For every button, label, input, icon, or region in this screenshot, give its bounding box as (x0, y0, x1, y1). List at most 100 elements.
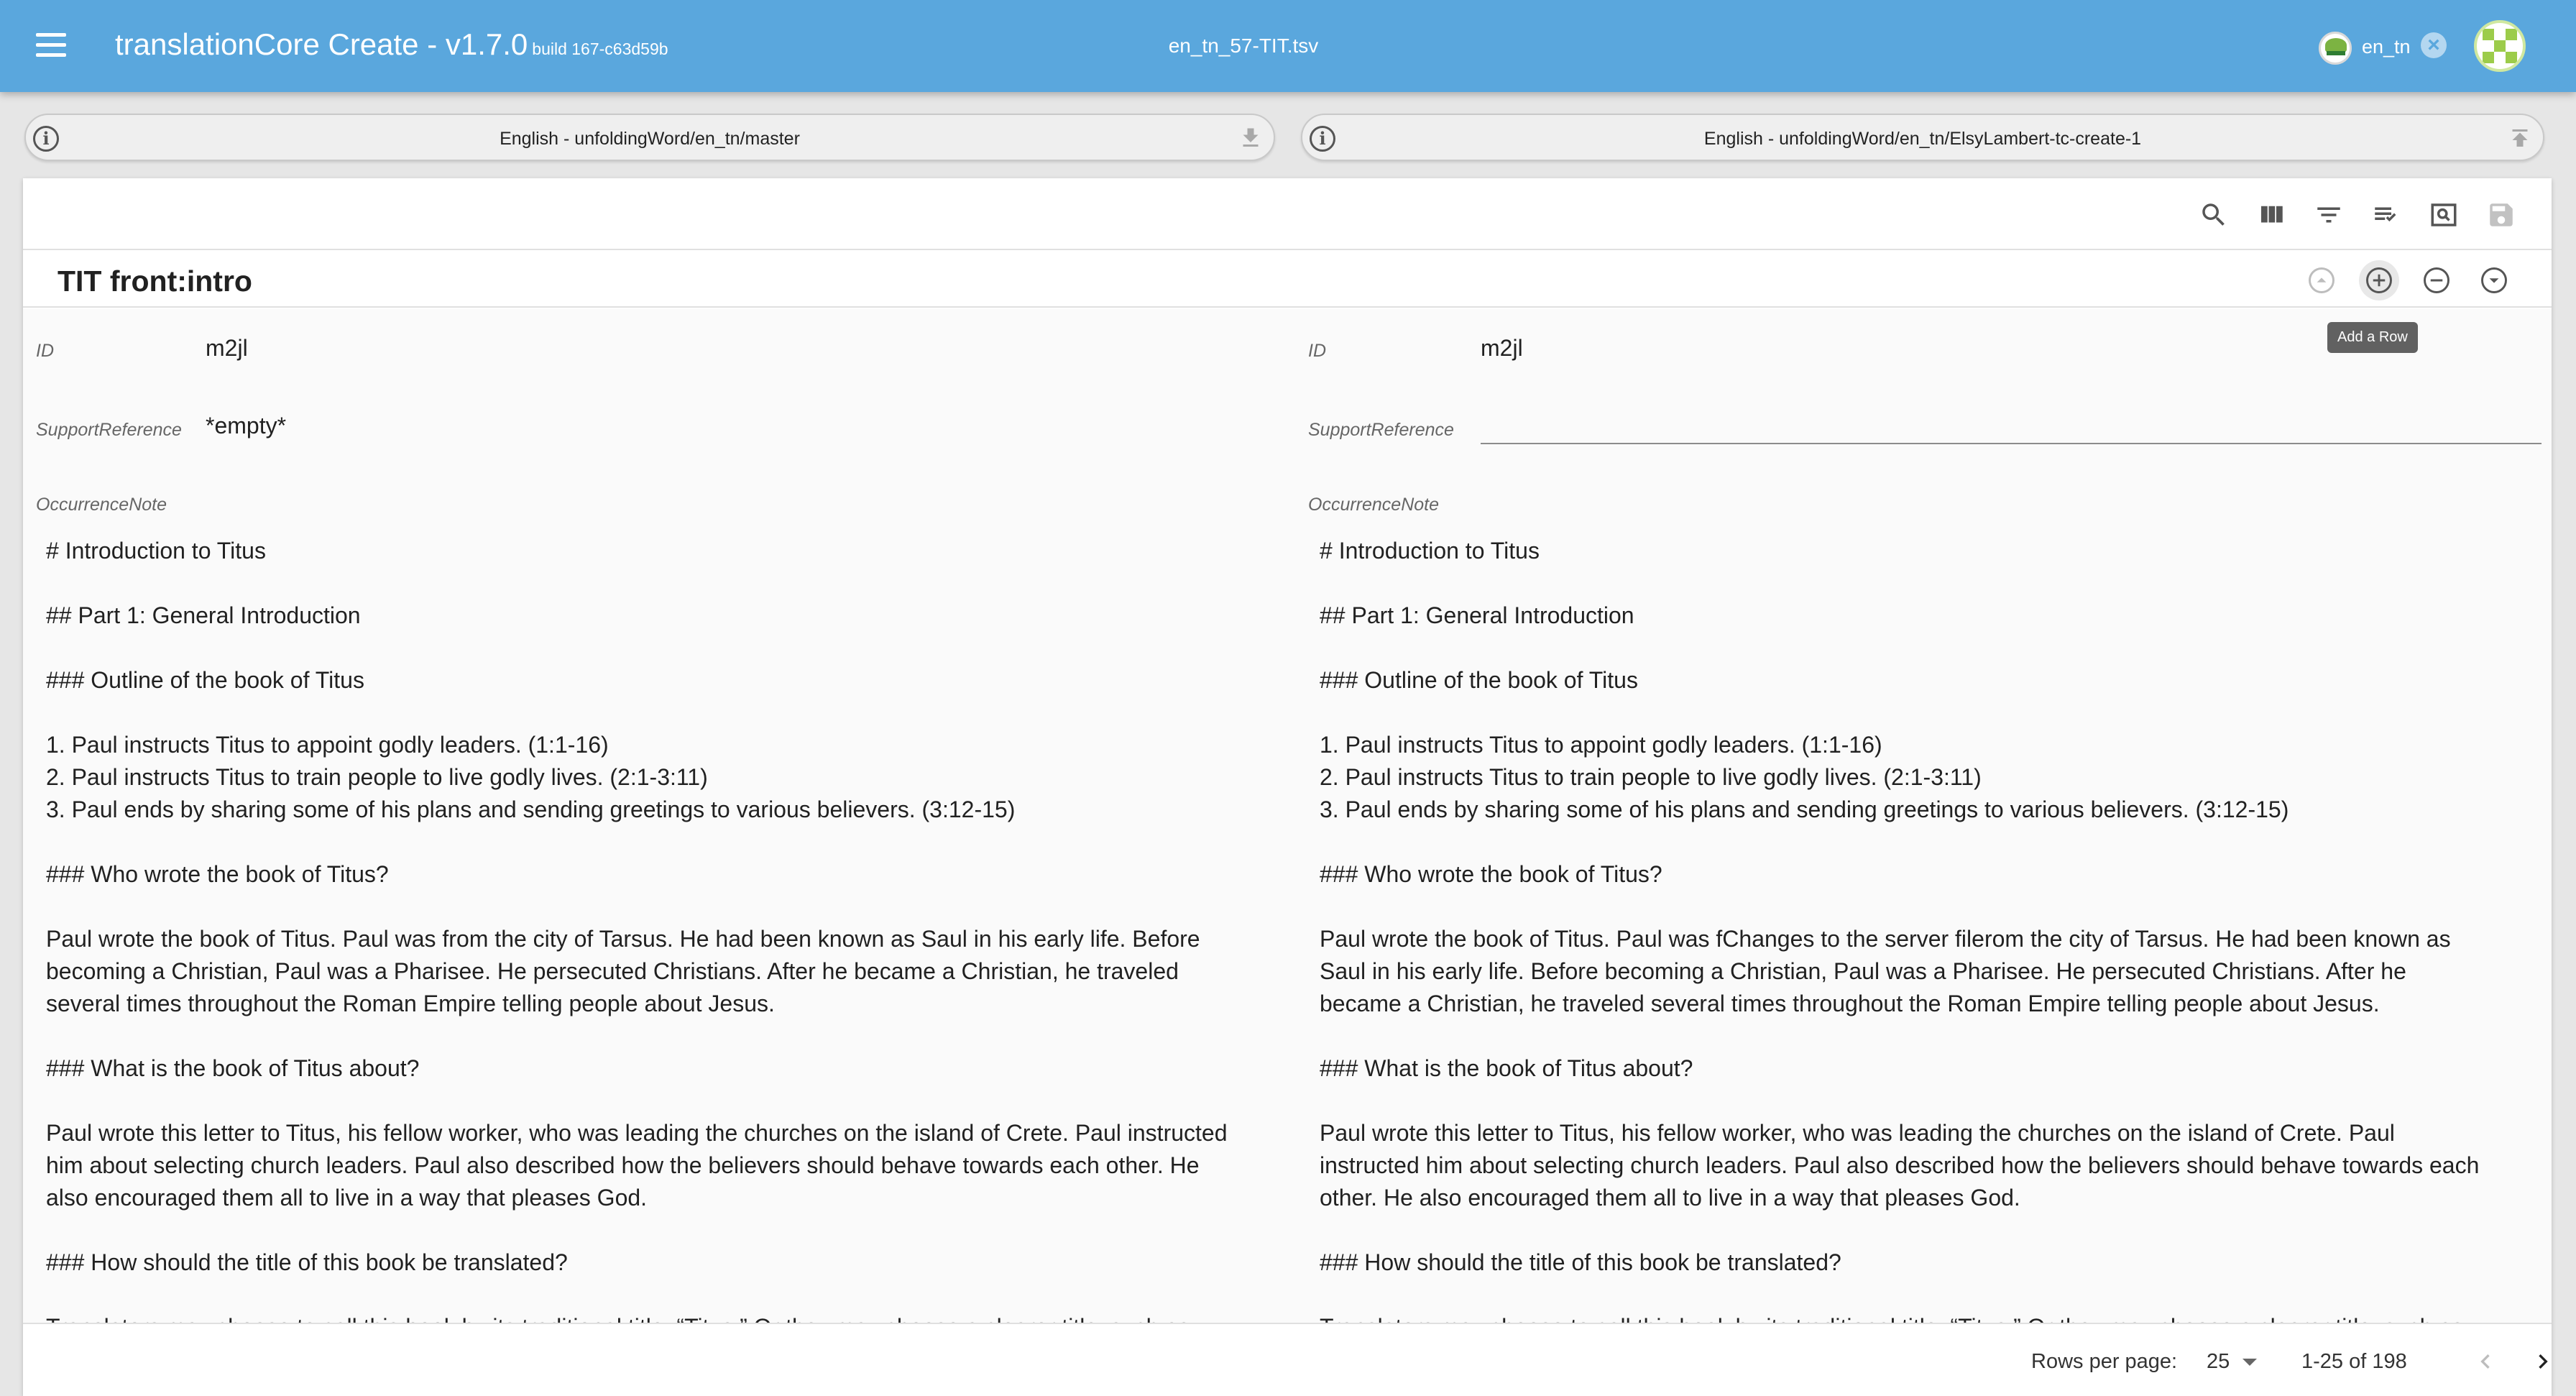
filter-icon[interactable] (2310, 197, 2347, 233)
note-line: ### What is the book of Titus about? (1320, 1055, 1693, 1081)
note-line (1320, 891, 2479, 923)
close-icon[interactable]: × (2421, 32, 2447, 58)
dropdown-caret-icon (2242, 1359, 2257, 1366)
source-repo-label: English - unfoldingWord/en_tn/master (500, 129, 800, 149)
note-line: other. He also encouraged them all to li… (1320, 1185, 2020, 1211)
note-line (1320, 567, 2479, 600)
info-icon[interactable]: i (1310, 126, 1335, 152)
chevron-right-icon[interactable] (2523, 1341, 2563, 1382)
note-line: him about selecting church leaders. Paul… (46, 1152, 1200, 1178)
rows-per-page-select[interactable]: 25 (2196, 1346, 2268, 1377)
note-line (1320, 1085, 2479, 1117)
note-line (46, 1214, 1228, 1246)
row-title: TIT front:intro (58, 265, 252, 298)
pagination-range: 1-25 of 198 (2301, 1350, 2407, 1373)
app-bar: translationCore Create - v1.7.0 build 167… (0, 0, 2576, 92)
preview-icon[interactable] (2425, 197, 2462, 233)
note-line: 2. Paul instructs Titus to train people … (1320, 764, 1982, 790)
info-icon[interactable]: i (33, 126, 59, 152)
note-line: # Introduction to Titus (1320, 538, 1540, 564)
row-content: ID m2jl SupportReference *empty* Occurre… (23, 309, 2552, 1323)
move-down-icon[interactable] (2474, 260, 2514, 300)
note-line: also encouraged them all to live in a wa… (46, 1185, 648, 1211)
note-line (46, 826, 1228, 858)
note-line: ## Part 1: General Introduction (1320, 602, 1634, 628)
publish-icon[interactable] (2507, 125, 2533, 151)
add-row-icon[interactable] (2359, 260, 2399, 300)
target-column: ID m2jl SupportReference OccurrenceNote … (1298, 309, 2552, 1323)
support-reference-label: SupportReference (1308, 420, 1454, 440)
note-line: # Introduction to Titus (46, 538, 266, 564)
note-line (46, 1279, 1228, 1311)
note-line: 2. Paul instructs Titus to train people … (46, 764, 708, 790)
occurrence-note-label: OccurrenceNote (1308, 495, 1440, 515)
note-line: ### Outline of the book of Titus (46, 667, 364, 693)
avatar[interactable] (2474, 20, 2526, 72)
note-line: ## Part 1: General Introduction (46, 602, 361, 628)
move-up-icon[interactable] (2301, 260, 2342, 300)
note-line: Paul wrote this letter to Titus, his fel… (1320, 1120, 2395, 1146)
source-column: ID m2jl SupportReference *empty* Occurre… (23, 309, 1288, 1323)
note-line: ### Who wrote the book of Titus? (46, 861, 389, 887)
id-value: m2jl (1481, 335, 1523, 361)
note-line (1320, 1020, 2479, 1052)
download-icon[interactable] (1238, 125, 1264, 151)
source-repo-bar: i English - unfoldingWord/en_tn/master (24, 114, 1275, 161)
note-line (46, 891, 1228, 923)
chevron-left-icon[interactable] (2465, 1341, 2506, 1382)
note-line (46, 1020, 1228, 1052)
pagination-footer: Rows per page: 25 1-25 of 198 (23, 1323, 2552, 1396)
note-line: Translators may choose to call this book… (46, 1311, 1228, 1323)
note-line: Paul wrote the book of Titus. Paul was f… (1320, 926, 2451, 952)
note-line: ### Outline of the book of Titus (1320, 667, 1638, 693)
occurrence-note-editor[interactable]: # Introduction to Titus ## Part 1: Genera… (1320, 535, 2479, 1323)
note-line: Translators may choose to call this book… (1320, 1311, 2479, 1323)
organization-logo (2319, 32, 2352, 65)
support-reference-input[interactable] (1481, 443, 2542, 444)
target-repo-label: English - unfoldingWord/en_tn/ElsyLamber… (1703, 129, 2142, 149)
note-line: Paul wrote the book of Titus. Paul was f… (46, 926, 1200, 952)
add-row-tooltip: Add a Row (2327, 322, 2418, 353)
rows-per-page-label: Rows per page: (2031, 1350, 2178, 1373)
note-line: ### How should the title of this book be… (46, 1249, 568, 1275)
note-line (46, 697, 1228, 729)
note-line: ### Who wrote the book of Titus? (1320, 861, 1662, 887)
note-line (1320, 826, 2479, 858)
occurrence-note-label: OccurrenceNote (36, 495, 167, 515)
datatable-card: TIT front:intro Add a Row ID m2jl Suppor… (23, 178, 2552, 1396)
id-label: ID (36, 341, 54, 361)
support-reference-label: SupportReference (36, 420, 182, 440)
note-line: 3. Paul ends by sharing some of his plan… (1320, 796, 2289, 822)
note-line: Paul wrote this letter to Titus, his fel… (46, 1120, 1228, 1146)
note-line: ### What is the book of Titus about? (46, 1055, 420, 1081)
target-repo-bar: i English - unfoldingWord/en_tn/ElsyLamb… (1301, 114, 2544, 161)
note-line: 1. Paul instructs Titus to appoint godly… (1320, 732, 1882, 758)
note-line (1320, 697, 2479, 729)
row-actions (2301, 260, 2514, 300)
note-line: became a Christian, he traveled several … (1320, 991, 2380, 1016)
delete-row-icon[interactable] (2416, 260, 2457, 300)
row-header: TIT front:intro (23, 249, 2552, 308)
id-value: m2jl (206, 335, 248, 361)
note-line: Saul in his early life. Before becoming … (1320, 958, 2406, 984)
table-toolbar (2195, 197, 2520, 233)
search-icon[interactable] (2195, 197, 2232, 233)
support-reference-value: *empty* (206, 413, 287, 438)
view-rows-icon[interactable] (2368, 197, 2405, 233)
note-line: ### How should the title of this book be… (1320, 1249, 1841, 1275)
note-line (46, 567, 1228, 600)
id-label: ID (1308, 341, 1326, 361)
file-name: en_tn_57-TIT.tsv (1168, 35, 1319, 57)
note-line (1320, 1214, 2479, 1246)
note-line: 1. Paul instructs Titus to appoint godly… (46, 732, 609, 758)
occurrence-note-text: # Introduction to Titus ## Part 1: Genera… (46, 535, 1228, 1323)
note-line (1320, 632, 2479, 664)
note-line: instructed him about selecting church le… (1320, 1152, 2480, 1178)
note-line: 3. Paul ends by sharing some of his plan… (46, 796, 1016, 822)
note-line (1320, 1279, 2479, 1311)
note-line (46, 632, 1228, 664)
note-line: becoming a Christian, Paul was a Pharise… (46, 958, 1179, 984)
columns-icon[interactable] (2253, 197, 2290, 233)
note-line (46, 1085, 1228, 1117)
save-icon[interactable] (2483, 197, 2520, 233)
